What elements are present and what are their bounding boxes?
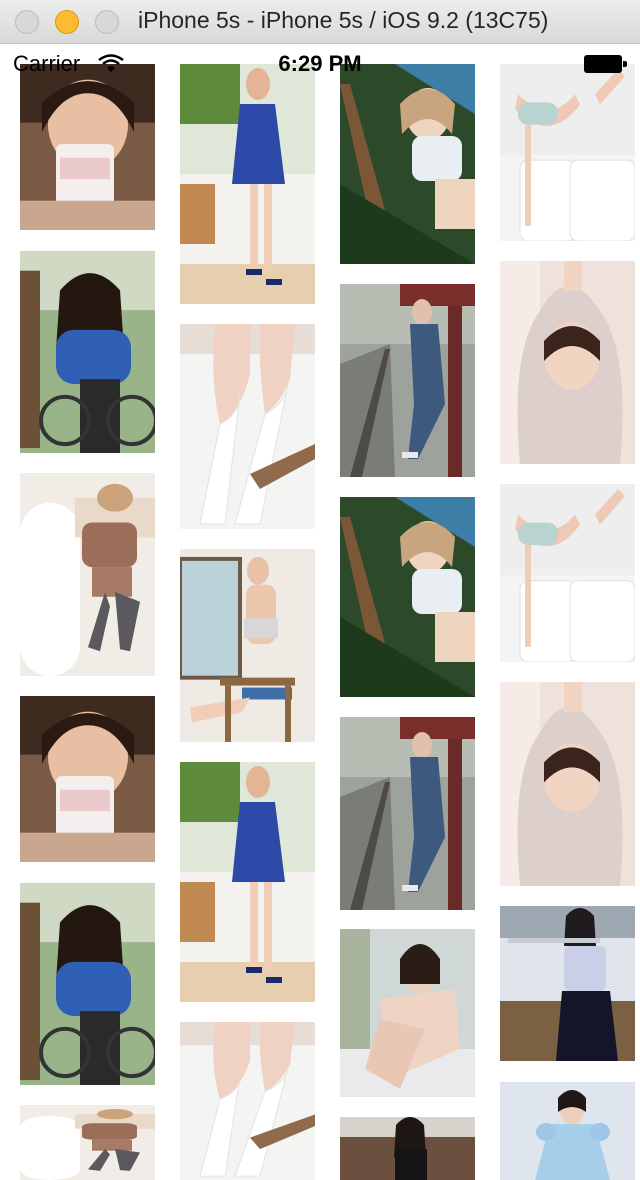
close-window-button[interactable] <box>15 10 39 34</box>
photo-legs-on-white-bed <box>500 484 635 662</box>
photo-girl-drinking-cup <box>20 696 155 862</box>
photo-cell[interactable] <box>500 261 635 464</box>
photo-legs-white-stockings <box>180 1022 315 1180</box>
photo-girl-lying-on-sofa <box>20 1105 155 1180</box>
photo-legs-white-stockings <box>180 324 315 529</box>
photo-girl-blue-dress-room <box>180 762 315 1002</box>
photo-cell[interactable] <box>180 549 315 742</box>
photo-cell[interactable] <box>20 473 155 676</box>
photo-cell[interactable] <box>20 64 155 230</box>
photo-legs-on-white-bed <box>500 64 635 241</box>
photo-girl-train-platform <box>340 717 475 910</box>
status-bar: Carrier 6:29 PM <box>0 44 640 84</box>
photo-girl-playing-flute <box>500 906 635 1061</box>
photo-cell[interactable] <box>20 1105 155 1180</box>
photo-girl-pink-hoodie <box>500 682 635 886</box>
window-title-bar: iPhone 5s - iPhone 5s / iOS 9.2 (13C75) <box>0 0 640 44</box>
photo-cell[interactable] <box>500 484 635 662</box>
photo-cell[interactable] <box>500 1082 635 1180</box>
photo-girl-sitting-knees <box>340 929 475 1097</box>
photo-cell[interactable] <box>500 682 635 886</box>
photo-girl-blue-dress-room <box>180 64 315 304</box>
simulator-screen: Carrier 6:29 PM <box>0 44 640 1180</box>
zoom-window-button[interactable] <box>95 10 119 34</box>
battery-icon <box>584 55 628 73</box>
photo-cell[interactable] <box>340 284 475 477</box>
minimize-window-button[interactable] <box>55 10 79 34</box>
photo-cell[interactable] <box>340 929 475 1097</box>
photo-cell[interactable] <box>340 717 475 910</box>
photo-girl-blue-jacket-bicycle <box>20 251 155 453</box>
window-title: iPhone 5s - iPhone 5s / iOS 9.2 (13C75) <box>138 7 549 33</box>
photo-girl-dark-dress <box>340 1117 475 1180</box>
photo-cell[interactable] <box>20 883 155 1085</box>
photo-cell[interactable] <box>180 324 315 529</box>
photo-girl-train-platform <box>340 284 475 477</box>
photo-girl-pink-hoodie <box>500 261 635 464</box>
photo-girl-leaning-railing <box>340 497 475 697</box>
photo-cell[interactable] <box>180 64 315 304</box>
status-time: 6:29 PM <box>278 51 362 76</box>
photo-cell[interactable] <box>180 762 315 1002</box>
photo-cell[interactable] <box>180 1022 315 1180</box>
photo-cell[interactable] <box>340 1117 475 1180</box>
photo-girl-light-blue-dress <box>500 1082 635 1180</box>
photo-cell[interactable] <box>20 251 155 453</box>
photo-cell[interactable] <box>20 696 155 862</box>
photo-cell[interactable] <box>500 906 635 1061</box>
photo-girl-leaning-railing <box>340 64 475 264</box>
photo-cell[interactable] <box>340 64 475 264</box>
photo-cell[interactable] <box>500 64 635 241</box>
photo-girl-drinking-cup <box>20 64 155 230</box>
photo-girl-lying-on-sofa <box>20 473 155 676</box>
photo-cell[interactable] <box>340 497 475 697</box>
photo-girl-by-window-chair <box>180 549 315 742</box>
photo-girl-blue-jacket-bicycle <box>20 883 155 1085</box>
